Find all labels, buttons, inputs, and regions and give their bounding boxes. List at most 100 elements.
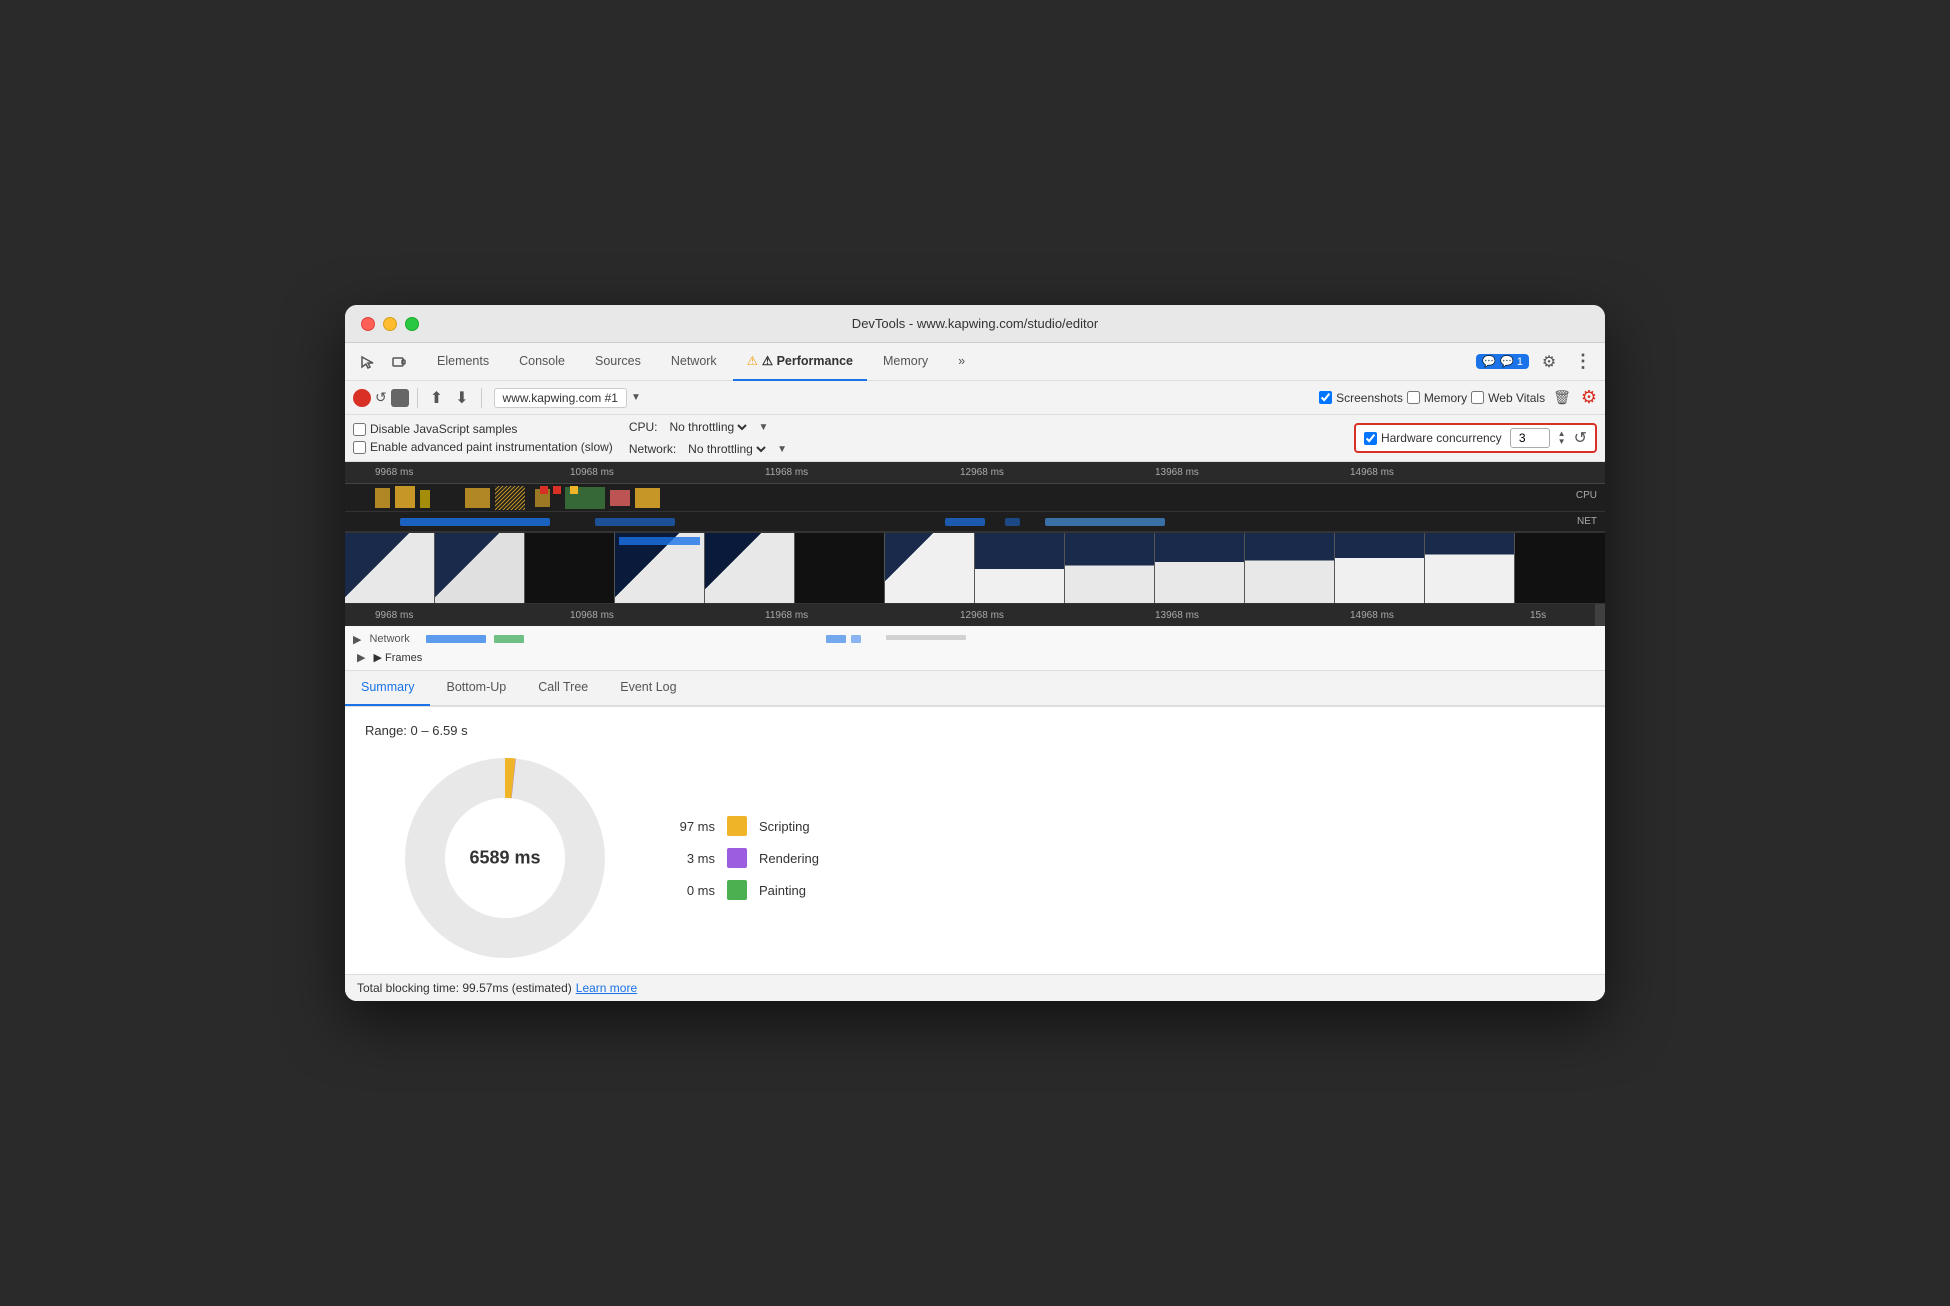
tab-elements[interactable]: Elements — [423, 343, 503, 381]
divider — [417, 388, 418, 408]
network-expand-icon[interactable]: ▶ — [353, 633, 361, 646]
legend-painting: 0 ms Painting — [665, 880, 819, 900]
hw-concurrency-input[interactable] — [1510, 428, 1550, 448]
tab-event-log[interactable]: Event Log — [604, 670, 692, 706]
tab-console[interactable]: Console — [505, 343, 579, 381]
timeline-overview: 9968 ms 10968 ms 11968 ms 12968 ms 13968… — [345, 462, 1605, 626]
filmstrip-frame[interactable] — [1155, 533, 1245, 603]
refresh-icon[interactable]: ↺ — [375, 389, 387, 406]
ruler-bottom-2: 10968 ms — [570, 610, 614, 621]
filmstrip-frame[interactable] — [1425, 533, 1515, 603]
status-text: Total blocking time: 99.57ms (estimated) — [357, 981, 572, 995]
filmstrip-frame[interactable] — [615, 533, 705, 603]
settings-icon[interactable]: ⚙ — [1535, 348, 1563, 376]
cpu-throttle-select[interactable]: No throttling — [665, 419, 750, 435]
minimize-button[interactable] — [383, 317, 397, 331]
devtools-window: DevTools - www.kapwing.com/studio/editor… — [345, 305, 1605, 1001]
hw-concurrency-box: Hardware concurrency ▲ ▼ ↺ — [1354, 423, 1597, 453]
tab-sources[interactable]: Sources — [581, 343, 655, 381]
record-button[interactable] — [353, 389, 371, 407]
legend-area: 97 ms Scripting 3 ms Rendering 0 ms Pain… — [665, 816, 819, 900]
web-vitals-checkbox-label[interactable]: Web Vitals — [1471, 391, 1545, 405]
screenshots-checkbox-label[interactable]: Screenshots — [1319, 391, 1403, 405]
legend-scripting: 97 ms Scripting — [665, 816, 819, 836]
stop-button[interactable] — [391, 389, 409, 407]
ruler-mark-1: 9968 ms — [375, 467, 413, 478]
more-options-icon[interactable]: ⋮ — [1569, 348, 1597, 376]
frames-expand-icon[interactable]: ▶ — [357, 651, 365, 664]
cpu-dropdown-arrow[interactable]: ▼ — [758, 422, 768, 433]
undo-button[interactable]: ↺ — [1574, 428, 1587, 448]
titlebar: DevTools - www.kapwing.com/studio/editor — [345, 305, 1605, 343]
net-label: NET — [1577, 516, 1597, 527]
url-display[interactable]: www.kapwing.com #1 — [494, 388, 627, 408]
timeline-ruler-bottom: 9968 ms 10968 ms 11968 ms 12968 ms 13968… — [345, 604, 1605, 626]
pie-total-label: 6589 ms — [469, 848, 540, 869]
filmstrip-frame[interactable] — [525, 533, 615, 603]
ruler-bottom-7: 15s — [1530, 610, 1546, 621]
notification-badge[interactable]: 💬💬 1 — [1476, 354, 1529, 369]
enable-paint-label[interactable]: Enable advanced paint instrumentation (s… — [353, 440, 613, 454]
tab-summary[interactable]: Summary — [345, 670, 430, 706]
filmstrip-frame[interactable] — [1065, 533, 1155, 603]
screenshots-checkbox[interactable] — [1319, 391, 1332, 404]
ruler-bottom-6: 14968 ms — [1350, 610, 1394, 621]
select-icon[interactable] — [353, 348, 381, 376]
maximize-button[interactable] — [405, 317, 419, 331]
url-dropdown-arrow[interactable]: ▼ — [631, 392, 641, 403]
summary-content: Range: 0 – 6.59 s 6589 ms — [345, 707, 1605, 974]
network-bars-svg — [426, 632, 1126, 646]
hw-spinner[interactable]: ▲ ▼ — [1558, 430, 1566, 446]
memory-checkbox[interactable] — [1407, 391, 1420, 404]
filmstrip-frame[interactable] — [705, 533, 795, 603]
scrollbar[interactable] — [1595, 604, 1605, 626]
close-button[interactable] — [361, 317, 375, 331]
web-vitals-checkbox[interactable] — [1471, 391, 1484, 404]
rendering-ms: 3 ms — [665, 851, 715, 866]
ruler-mark-5: 13968 ms — [1155, 467, 1199, 478]
network-throttle-select[interactable]: No throttling — [684, 441, 769, 457]
settings-gear-icon[interactable]: ⚙ — [1581, 387, 1597, 408]
filmstrip-frame[interactable] — [975, 533, 1065, 603]
tab-network[interactable]: Network — [657, 343, 731, 381]
pie-area: 6589 ms 97 ms Scripting 3 ms Rendering — [365, 758, 1585, 958]
learn-more-link[interactable]: Learn more — [576, 981, 637, 995]
window-title: DevTools - www.kapwing.com/studio/editor — [852, 316, 1098, 331]
tab-memory[interactable]: Memory — [869, 343, 942, 381]
network-throttle-row: Network: No throttling ▼ — [629, 441, 787, 457]
disable-js-checkbox[interactable] — [353, 423, 366, 436]
tab-performance[interactable]: ⚠⚠ Performance — [733, 343, 867, 381]
disable-js-label[interactable]: Disable JavaScript samples — [353, 422, 613, 436]
painting-label: Painting — [759, 883, 806, 898]
spinner-down[interactable]: ▼ — [1558, 438, 1566, 446]
hw-concurrency-checkbox[interactable] — [1364, 432, 1377, 445]
download-button[interactable]: ⬇ — [451, 386, 472, 410]
tab-call-tree[interactable]: Call Tree — [522, 670, 604, 706]
filmstrip-frame[interactable] — [345, 533, 435, 603]
frames-label: ▶ Frames — [373, 651, 422, 664]
net-chart-svg — [345, 512, 1545, 532]
enable-paint-checkbox[interactable] — [353, 441, 366, 454]
rendering-color — [727, 848, 747, 868]
filmstrip-frame[interactable] — [435, 533, 525, 603]
tab-bottom-up[interactable]: Bottom-Up — [430, 670, 522, 706]
tab-bar-right: 💬💬 1 ⚙ ⋮ — [1476, 348, 1597, 376]
filmstrip-frame[interactable] — [1245, 533, 1335, 603]
timeline-ruler-top: 9968 ms 10968 ms 11968 ms 12968 ms 13968… — [345, 462, 1605, 484]
hw-concurrency-checkbox-label[interactable]: Hardware concurrency — [1364, 431, 1502, 445]
filmstrip-frame[interactable] — [1335, 533, 1425, 603]
tab-more[interactable]: » — [944, 343, 979, 381]
ruler-mark-6: 14968 ms — [1350, 467, 1394, 478]
devtools-content: Elements Console Sources Network ⚠⚠ Perf… — [345, 343, 1605, 1001]
memory-checkbox-label[interactable]: Memory — [1407, 391, 1467, 405]
scripting-ms: 97 ms — [665, 819, 715, 834]
filmstrip-frame[interactable] — [885, 533, 975, 603]
upload-button[interactable]: ⬆ — [426, 386, 447, 410]
filmstrip-frame[interactable] — [795, 533, 885, 603]
trash-icon[interactable]: 🗑 — [1553, 389, 1571, 406]
cpu-label: CPU — [1576, 490, 1597, 501]
device-icon[interactable] — [385, 348, 413, 376]
network-dropdown-arrow[interactable]: ▼ — [777, 444, 787, 455]
toolbar-icons — [353, 348, 413, 376]
throttle-options: CPU: No throttling ▼ Network: No throttl… — [629, 419, 787, 457]
